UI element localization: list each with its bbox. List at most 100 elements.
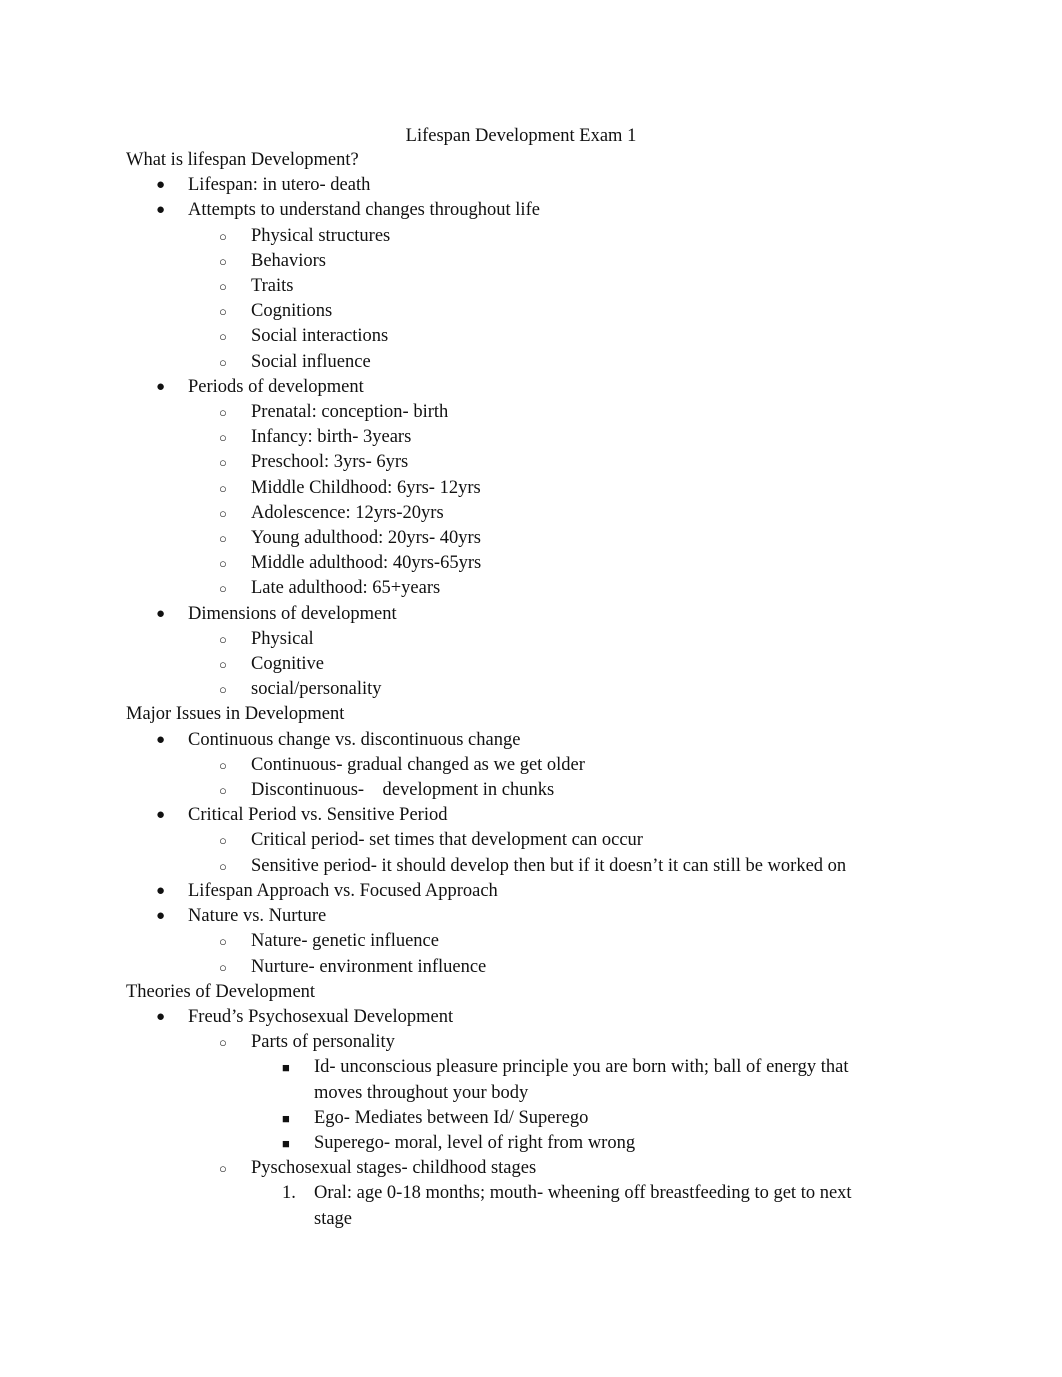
bullet-hollow-circle-icon: ○ xyxy=(219,253,227,269)
list-item: ● Lifespan: in utero- death xyxy=(126,173,886,198)
list-item: ● Periods of development xyxy=(126,375,886,400)
bullet-hollow-circle-icon: ○ xyxy=(219,505,227,521)
list-item-text: Lifespan: in utero- death xyxy=(188,175,371,196)
list-item-text: Traits xyxy=(251,276,294,297)
list-item: ■ Id- unconscious pleasure principle you … xyxy=(126,1055,886,1105)
bullet-square-icon: ■ xyxy=(282,1110,290,1126)
list-item-text: Physical structures xyxy=(251,225,391,246)
list-item: ○ Critical period- set times that develop… xyxy=(126,828,886,853)
section-heading: What is lifespan Development? xyxy=(126,148,886,173)
bullet-hollow-circle-icon: ○ xyxy=(219,279,227,295)
list-number: 1. xyxy=(282,1183,296,1204)
list-item-text: Theories of Development xyxy=(126,981,316,1002)
list-item-text: Adolescence: 12yrs-20yrs xyxy=(251,502,444,523)
list-item: ○ Parts of personality xyxy=(126,1030,886,1055)
list-item: ● Continuous change vs. discontinuous cha… xyxy=(126,728,886,753)
list-item-text: Social influence xyxy=(251,351,371,372)
list-item: ○ Middle Childhood: 6yrs- 12yrs xyxy=(126,476,886,501)
list-item: ○ Middle adulthood: 40yrs-65yrs xyxy=(126,551,886,576)
list-item: ○ Social influence xyxy=(126,350,886,375)
list-item-text: Continuous- gradual changed as we get ol… xyxy=(251,754,585,775)
list-item-text: Behaviors xyxy=(251,250,327,271)
bullet-filled-circle-icon: ● xyxy=(156,807,166,824)
list-item: ○ Infancy: birth- 3years xyxy=(126,425,886,450)
list-item: ● Freud’s Psychosexual Development xyxy=(126,1005,886,1030)
list-item-text: Periods of development xyxy=(188,376,364,397)
list-item-text: What is lifespan Development? xyxy=(126,150,359,170)
list-item: 1. Oral: age 0-18 months; mouth- wheening… xyxy=(126,1181,886,1231)
document-page: Lifespan Development Exam 1 What is life… xyxy=(0,0,1062,1377)
bullet-hollow-circle-icon: ○ xyxy=(219,757,227,773)
list-item-text: Sensitive period- it should develop then… xyxy=(251,855,847,876)
list-item-text: Nature- genetic influence xyxy=(251,931,439,952)
list-item: ○ Behaviors xyxy=(126,249,886,274)
list-item: ○ Social interactions xyxy=(126,324,886,349)
list-item-text: Freud’s Psychosexual Development xyxy=(188,1006,454,1027)
bullet-hollow-circle-icon: ○ xyxy=(219,556,227,572)
list-item-text: Prenatal: conception- birth xyxy=(251,402,449,423)
bullet-filled-circle-icon: ● xyxy=(156,378,166,395)
list-item: ○ Physical xyxy=(126,627,886,652)
list-item-text: Middle Childhood: 6yrs- 12yrs xyxy=(251,477,481,498)
list-item: ○ Traits xyxy=(126,274,886,299)
list-item-text: Young adulthood: 20yrs- 40yrs xyxy=(251,528,481,549)
section-heading: Theories of Development xyxy=(126,980,886,1005)
bullet-filled-circle-icon: ● xyxy=(156,177,166,194)
list-item-text: Attempts to understand changes throughou… xyxy=(188,200,540,221)
bullet-hollow-circle-icon: ○ xyxy=(219,934,227,950)
list-item: ● Lifespan Approach vs. Focused Approach xyxy=(126,879,886,904)
list-item-text: Late adulthood: 65+years xyxy=(251,578,441,599)
list-item-text: Critical period- set times that developm… xyxy=(251,830,643,851)
bullet-filled-circle-icon: ● xyxy=(156,731,166,748)
list-item-text: Ego- Mediates between Id/ Superego xyxy=(314,1107,589,1128)
list-item: ● Critical Period vs. Sensitive Period xyxy=(126,803,886,828)
bullet-hollow-circle-icon: ○ xyxy=(219,783,227,799)
list-item-text: Physical xyxy=(251,628,314,649)
list-item: ○ Pyschosexual stages- childhood stages xyxy=(126,1156,886,1181)
bullet-hollow-circle-icon: ○ xyxy=(219,833,227,849)
bullet-hollow-circle-icon: ○ xyxy=(219,455,227,471)
list-item-text: Major Issues in Development xyxy=(126,704,345,725)
list-item: ○ Discontinuous- development in chunks xyxy=(126,778,886,803)
bullet-filled-circle-icon: ● xyxy=(156,882,166,899)
list-item: ○ Continuous- gradual changed as we get o… xyxy=(126,753,886,778)
bullet-filled-circle-icon: ● xyxy=(156,202,166,219)
list-item: ○ social/personality xyxy=(126,677,886,702)
list-item-text: Dimensions of development xyxy=(188,603,397,624)
bullet-hollow-circle-icon: ○ xyxy=(219,304,227,320)
bullet-hollow-circle-icon: ○ xyxy=(219,581,227,597)
list-item-text: Cognitions xyxy=(251,301,333,322)
bullet-hollow-circle-icon: ○ xyxy=(219,228,227,244)
list-item-text: Preschool: 3yrs- 6yrs xyxy=(251,452,409,473)
list-item: ○ Cognitions xyxy=(126,299,886,324)
list-item-text: Nurture- environment influence xyxy=(251,956,487,977)
list-item-text: Infancy: birth- 3years xyxy=(251,427,412,448)
list-item: ■ Superego- moral, level of right from wr… xyxy=(126,1131,886,1156)
list-item: ○ Cognitive xyxy=(126,652,886,677)
list-item: ○ Nature- genetic influence xyxy=(126,929,886,954)
bullet-hollow-circle-icon: ○ xyxy=(219,430,227,446)
bullet-hollow-circle-icon: ○ xyxy=(219,631,227,647)
bullet-filled-circle-icon: ● xyxy=(156,605,166,622)
list-item: ○ Nurture- environment influence xyxy=(126,955,886,980)
bullet-hollow-circle-icon: ○ xyxy=(219,354,227,370)
list-item-text: Lifespan Approach vs. Focused Approach xyxy=(188,880,498,901)
list-item: ● Nature vs. Nurture xyxy=(126,904,886,929)
list-item-text: Discontinuous- development in chunks xyxy=(251,780,555,801)
bullet-hollow-circle-icon: ○ xyxy=(219,682,227,698)
list-item: ○ Preschool: 3yrs- 6yrs xyxy=(126,450,886,475)
list-item-text: Oral: age 0-18 months; mouth- wheening o… xyxy=(314,1183,857,1229)
bullet-filled-circle-icon: ● xyxy=(156,908,166,925)
list-item-text: social/personality xyxy=(251,679,382,700)
bullet-square-icon: ■ xyxy=(282,1060,290,1076)
list-item-text: Social interactions xyxy=(251,326,389,347)
list-item-text: Critical Period vs. Sensitive Period xyxy=(188,805,448,826)
bullet-hollow-circle-icon: ○ xyxy=(219,329,227,345)
list-item-text: Pyschosexual stages- childhood stages xyxy=(251,1158,537,1179)
list-item-text: Superego- moral, level of right from wro… xyxy=(314,1132,636,1153)
list-item: ○ Young adulthood: 20yrs- 40yrs xyxy=(126,526,886,551)
bullet-hollow-circle-icon: ○ xyxy=(219,1161,227,1177)
bullet-hollow-circle-icon: ○ xyxy=(219,405,227,421)
bullet-hollow-circle-icon: ○ xyxy=(219,531,227,547)
document-body: What is lifespan Development? ● Lifespan: … xyxy=(126,148,886,1232)
